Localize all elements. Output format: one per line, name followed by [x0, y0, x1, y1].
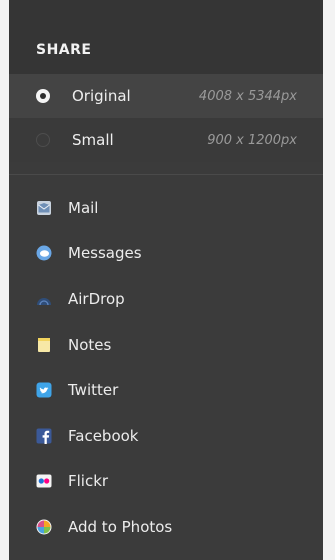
share-item-label: Facebook — [68, 426, 139, 445]
share-item-label: Twitter — [68, 381, 119, 400]
share-title: SHARE — [36, 42, 92, 58]
share-item-label: Messages — [68, 244, 142, 263]
airdrop-icon — [36, 291, 52, 307]
share-item-twitter[interactable]: Twitter — [9, 367, 323, 413]
flickr-icon — [36, 473, 52, 489]
size-option-original[interactable]: Original 4008 x 5344px — [9, 74, 323, 118]
share-targets-list: Mail Messages AirDrop Notes Twitter Face… — [9, 175, 323, 550]
share-item-mail[interactable]: Mail — [9, 185, 323, 231]
radio-selected-icon[interactable] — [36, 89, 50, 103]
facebook-icon — [36, 428, 52, 444]
share-item-add-to-photos[interactable]: Add to Photos — [9, 504, 323, 550]
mail-icon — [36, 200, 52, 216]
notes-icon — [36, 337, 52, 353]
size-option-label: Original — [72, 87, 131, 105]
share-item-label: Add to Photos — [68, 517, 173, 536]
share-item-label: Flickr — [68, 472, 109, 491]
radio-unselected-icon[interactable] — [36, 133, 50, 147]
share-item-flickr[interactable]: Flickr — [9, 459, 323, 505]
twitter-icon — [36, 382, 52, 398]
share-item-label: AirDrop — [68, 289, 125, 308]
share-item-facebook[interactable]: Facebook — [9, 413, 323, 459]
photos-icon — [36, 519, 52, 535]
messages-icon — [36, 245, 52, 261]
size-option-dimensions: 4008 x 5344px — [198, 88, 297, 104]
size-option-label: Small — [72, 131, 114, 149]
size-option-dimensions: 900 x 1200px — [207, 132, 297, 148]
share-item-label: Mail — [68, 198, 99, 217]
share-item-airdrop[interactable]: AirDrop — [9, 276, 323, 322]
share-item-label: Notes — [68, 335, 112, 354]
size-option-small[interactable]: Small 900 x 1200px — [9, 118, 323, 162]
share-header: SHARE — [9, 0, 323, 74]
share-panel: SHARE Original 4008 x 5344px Small 900 x… — [9, 0, 323, 560]
share-item-notes[interactable]: Notes — [9, 322, 323, 368]
share-item-messages[interactable]: Messages — [9, 231, 323, 277]
